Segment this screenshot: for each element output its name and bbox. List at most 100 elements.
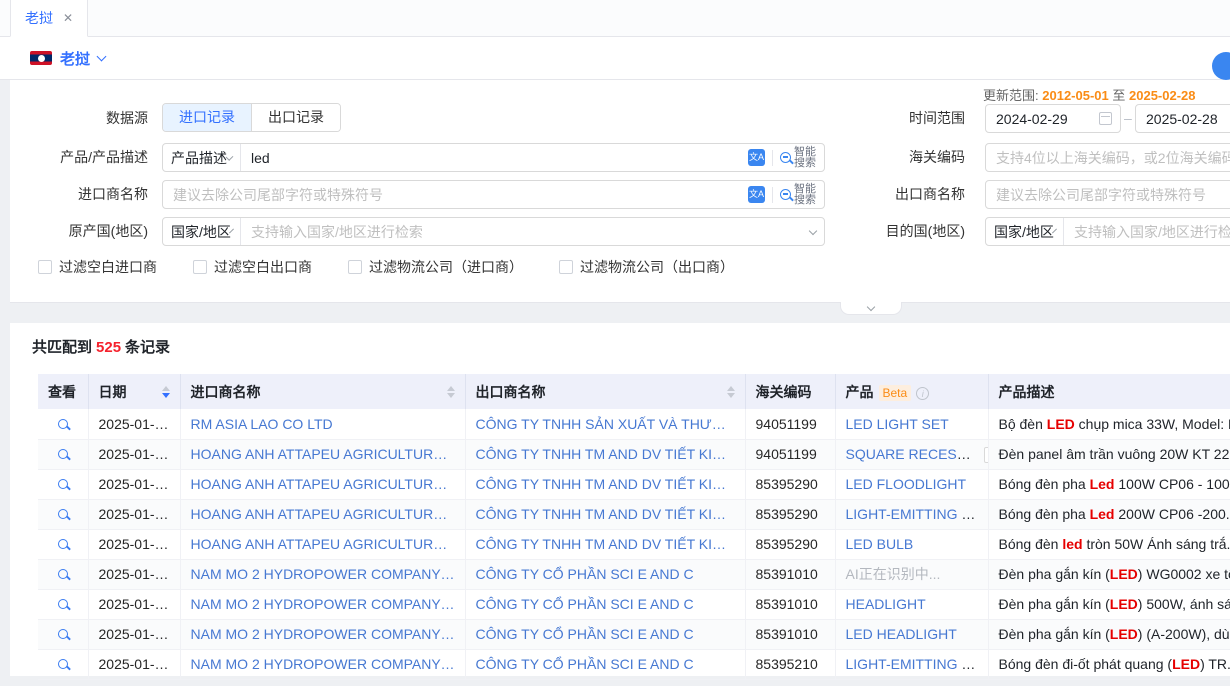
- product-description: Đèn panel âm trần vuông 20W KT 22...: [988, 439, 1230, 469]
- info-icon[interactable]: i: [916, 387, 929, 400]
- product-cell[interactable]: LED FLOODLIGHT: [835, 469, 988, 499]
- destination-label: 目的国(地区): [855, 217, 975, 245]
- time-range-end: [1135, 104, 1230, 133]
- date-to-input[interactable]: [1136, 105, 1230, 132]
- tab-label: 老挝: [25, 8, 53, 28]
- exporter-link[interactable]: CÔNG TY CỔ PHẦN SCI E AND C: [465, 619, 745, 649]
- col-header-importer[interactable]: 进口商名称: [180, 374, 465, 409]
- view-record-icon[interactable]: [58, 449, 68, 459]
- view-record-icon[interactable]: [58, 509, 68, 519]
- checkbox-filter-logistics-importer[interactable]: 过滤物流公司（进口商）: [348, 257, 523, 277]
- hs-code-value: 85395290: [745, 529, 835, 559]
- product-cell[interactable]: LIGHT-EMITTING DIO...: [835, 649, 988, 679]
- filter-panel: 更新范围: 2012-05-01 至 2025-02-28 数据源 进口记录 出…: [10, 80, 1230, 303]
- importer-link[interactable]: NAM MO 2 HYDROPOWER COMPANY LIMI...: [180, 649, 465, 679]
- collapse-filters-handle[interactable]: [840, 302, 902, 315]
- importer-link[interactable]: NAM MO 2 HYDROPOWER COMPANY LIMI...: [180, 559, 465, 589]
- col-header-hs: 海关编码: [745, 374, 835, 409]
- product-cell[interactable]: SQUARE RECESS...+ 1: [835, 439, 988, 469]
- record-date: 2025-01-16: [88, 559, 180, 589]
- exporter-link[interactable]: CÔNG TY TNHH SẢN XUẤT VÀ THƯƠNG M...: [465, 409, 745, 439]
- importer-link[interactable]: HOANG ANH ATTAPEU AGRICULTURE DEVE...: [180, 469, 465, 499]
- country-selector[interactable]: 老挝: [60, 48, 90, 69]
- tab-import-records[interactable]: 进口记录: [163, 104, 251, 131]
- match-count: 525: [92, 339, 125, 356]
- product-description: Đèn pha gắn kín (LED) WG0002 xe tô...: [988, 559, 1230, 589]
- view-record-icon[interactable]: [58, 659, 68, 669]
- product-label: 产品/产品描述: [10, 143, 158, 171]
- hs-code-value: 85395290: [745, 499, 835, 529]
- record-date: 2025-01-16: [88, 649, 180, 679]
- col-header-view: 查看: [38, 374, 88, 409]
- sort-icon-importer[interactable]: [447, 386, 455, 398]
- importer-link[interactable]: NAM MO 2 HYDROPOWER COMPANY LIMI...: [180, 619, 465, 649]
- exporter-link[interactable]: CÔNG TY TNHH TM AND DV TIẾT KIỆM NĂ...: [465, 529, 745, 559]
- product-cell[interactable]: LIGHT-EMITTING DIO...: [835, 499, 988, 529]
- view-record-icon[interactable]: [58, 539, 68, 549]
- exporter-link[interactable]: CÔNG TY CỔ PHẦN SCI E AND C: [465, 589, 745, 619]
- tab-export-records[interactable]: 出口记录: [251, 104, 340, 131]
- product-cell[interactable]: AI正在识别中...: [835, 559, 988, 589]
- product-field-select[interactable]: 产品描述: [163, 144, 241, 171]
- checkbox-filter-logistics-exporter[interactable]: 过滤物流公司（出口商）: [559, 257, 734, 277]
- destination-country-input[interactable]: [1064, 218, 1230, 245]
- close-icon[interactable]: ✕: [63, 11, 73, 25]
- exporter-link[interactable]: CÔNG TY TNHH TM AND DV TIẾT KIỆM NĂ...: [465, 469, 745, 499]
- translate-icon[interactable]: 文A: [748, 186, 765, 203]
- importer-link[interactable]: NAM MO 2 HYDROPOWER COMPANY LIMI...: [180, 589, 465, 619]
- hs-code-input[interactable]: [986, 144, 1230, 171]
- smart-search-icon: [780, 189, 791, 200]
- view-record-icon[interactable]: [58, 629, 68, 639]
- smart-search-button[interactable]: 智能搜索: [780, 184, 816, 206]
- translate-icon[interactable]: 文A: [748, 149, 765, 166]
- record-date: 2025-01-20: [88, 469, 180, 499]
- table-row: 2025-01-20 HOANG ANH ATTAPEU AGRICULTURE…: [38, 529, 1230, 559]
- smart-search-button[interactable]: 智能搜索: [780, 147, 816, 169]
- destination-control: 国家/地区: [985, 217, 1230, 246]
- product-cell[interactable]: LED LIGHT SET: [835, 409, 988, 439]
- update-range-from: 2012-05-01: [1042, 88, 1109, 103]
- view-record-icon[interactable]: [58, 479, 68, 489]
- importer-link[interactable]: HOANG ANH ATTAPEU AGRICULTURE DEVE...: [180, 529, 465, 559]
- date-from-input[interactable]: [986, 105, 1099, 132]
- exporter-link[interactable]: CÔNG TY CỔ PHẦN SCI E AND C: [465, 649, 745, 679]
- chevron-down-icon[interactable]: [97, 52, 107, 62]
- importer-link[interactable]: RM ASIA LAO CO LTD: [180, 409, 465, 439]
- col-header-exporter[interactable]: 出口商名称: [465, 374, 745, 409]
- checkbox-filter-blank-exporter[interactable]: 过滤空白出口商: [193, 257, 312, 277]
- origin-country-select[interactable]: 国家/地区: [163, 218, 241, 245]
- tab-laos[interactable]: 老挝 ✕: [10, 0, 88, 37]
- sort-icon-date[interactable]: [162, 386, 170, 398]
- product-cell[interactable]: LED BULB: [835, 529, 988, 559]
- view-record-icon[interactable]: [58, 419, 68, 429]
- record-date: 2025-01-20: [88, 499, 180, 529]
- importer-name-input[interactable]: [163, 181, 748, 208]
- filter-checkboxes: 过滤空白进口商 过滤空白出口商 过滤物流公司（进口商） 过滤物流公司（出口商）: [38, 257, 734, 277]
- exporter-control: [985, 180, 1230, 209]
- destination-country-select[interactable]: 国家/地区: [986, 218, 1064, 245]
- checkbox-filter-blank-importer[interactable]: 过滤空白进口商: [38, 257, 157, 277]
- table-row: 2025-01-20 HOANG ANH ATTAPEU AGRICULTURE…: [38, 469, 1230, 499]
- importer-control: 文A 智能搜索: [162, 180, 825, 209]
- view-record-icon[interactable]: [58, 599, 68, 609]
- exporter-link[interactable]: CÔNG TY CỔ PHẦN SCI E AND C: [465, 559, 745, 589]
- col-header-date[interactable]: 日期: [88, 374, 180, 409]
- sort-icon-exporter[interactable]: [727, 386, 735, 398]
- exporter-name-input[interactable]: [986, 181, 1230, 208]
- exporter-link[interactable]: CÔNG TY TNHH TM AND DV TIẾT KIỆM NĂ...: [465, 499, 745, 529]
- view-record-icon[interactable]: [58, 569, 68, 579]
- checkbox-icon: [193, 260, 207, 274]
- date-range-dash: –: [1124, 104, 1132, 133]
- exporter-link[interactable]: CÔNG TY TNHH TM AND DV TIẾT KIỆM NĂ...: [465, 439, 745, 469]
- calendar-icon[interactable]: [1099, 112, 1112, 125]
- col-header-product: 产品Betai: [835, 374, 988, 409]
- product-search-input[interactable]: [241, 144, 748, 171]
- table-row: 2025-01-16 NAM MO 2 HYDROPOWER COMPANY L…: [38, 649, 1230, 679]
- record-date: 2025-01-20: [88, 439, 180, 469]
- product-cell[interactable]: HEADLIGHT: [835, 589, 988, 619]
- importer-link[interactable]: HOANG ANH ATTAPEU AGRICULTURE DEVE...: [180, 439, 465, 469]
- product-cell[interactable]: LED HEADLIGHT: [835, 619, 988, 649]
- importer-link[interactable]: HOANG ANH ATTAPEU AGRICULTURE DEVE...: [180, 499, 465, 529]
- origin-country-input[interactable]: [241, 218, 810, 245]
- product-description: Bóng đèn pha Led 200W CP06 -200...: [988, 499, 1230, 529]
